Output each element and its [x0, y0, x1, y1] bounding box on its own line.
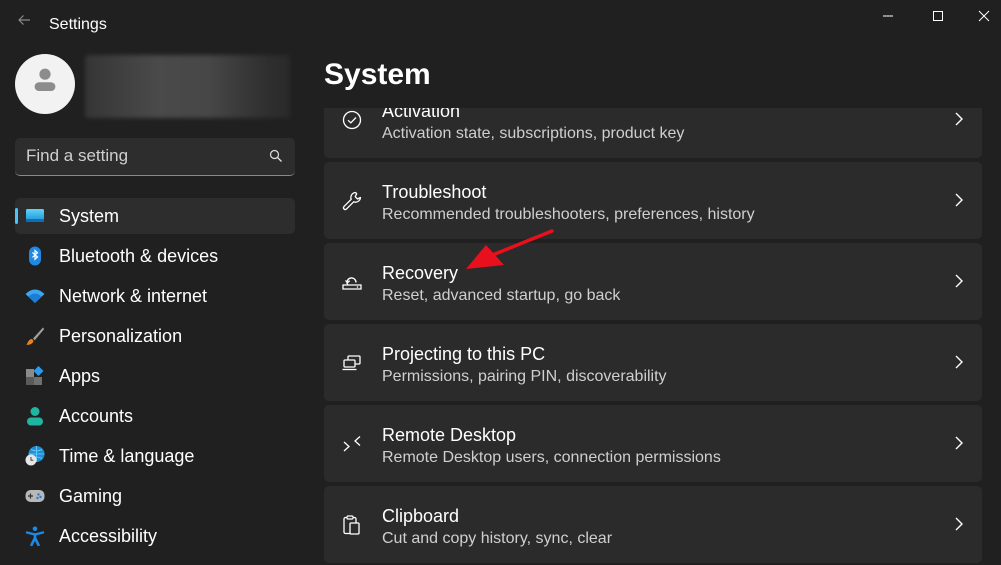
chevron-right-icon — [955, 355, 963, 369]
gamepad-icon — [25, 490, 45, 502]
search-input[interactable] — [15, 138, 255, 174]
sidebar-item-time-language[interactable]: Time & language — [15, 438, 295, 474]
sidebar-item-label: Bluetooth & devices — [59, 246, 219, 266]
remote-desktop-icon — [343, 436, 361, 452]
card-projecting[interactable]: Projecting to this PC Permissions, pairi… — [324, 324, 982, 401]
check-circle-icon — [342, 110, 362, 130]
maximize-icon — [933, 11, 943, 21]
avatar[interactable] — [15, 54, 75, 114]
selection-indicator — [15, 208, 18, 224]
title-bar: Settings — [0, 0, 1001, 48]
card-title: Recovery — [382, 263, 459, 283]
sidebar-item-network[interactable]: Network & internet — [15, 278, 295, 314]
bluetooth-icon — [29, 246, 41, 266]
close-button[interactable] — [961, 0, 1001, 32]
clipboard-icon — [343, 515, 360, 535]
search-icon[interactable] — [269, 149, 283, 163]
card-title: Clipboard — [382, 506, 460, 526]
wifi-icon — [25, 289, 45, 303]
sidebar-item-label: Gaming — [59, 486, 123, 506]
page-title: System — [324, 58, 431, 91]
card-title: Troubleshoot — [382, 182, 487, 202]
card-remote-desktop[interactable]: Remote Desktop Remote Desktop users, con… — [324, 405, 982, 482]
sidebar-item-label: Time & language — [59, 446, 195, 466]
system-icon — [26, 209, 44, 222]
sidebar-item-label: Network & internet — [59, 286, 208, 306]
card-troubleshoot[interactable]: Troubleshoot Recommended troubleshooters… — [324, 162, 982, 239]
sidebar-item-label: System — [59, 206, 120, 226]
card-description: Permissions, pairing PIN, discoverabilit… — [382, 368, 667, 385]
minimize-button[interactable] — [865, 0, 911, 32]
back-button[interactable] — [14, 12, 34, 32]
user-silhouette-icon — [34, 68, 56, 91]
chevron-right-icon — [955, 517, 963, 531]
sidebar-item-label: Apps — [59, 366, 101, 386]
sidebar-item-accessibility[interactable]: Accessibility — [15, 518, 295, 554]
minimize-icon — [883, 15, 893, 17]
projecting-icon — [342, 355, 361, 371]
card-description: Activation state, subscriptions, product… — [382, 125, 685, 142]
search-box[interactable] — [15, 138, 295, 176]
sidebar-item-gaming[interactable]: Gaming — [15, 478, 295, 514]
brush-icon — [26, 327, 45, 345]
settings-list: Activation Activation state, subscriptio… — [324, 108, 982, 565]
card-description: Recommended troubleshooters, preferences… — [382, 206, 755, 223]
wrench-icon — [342, 191, 362, 211]
sidebar-nav: System Bluetooth & devices Network & int… — [15, 198, 295, 558]
sidebar-item-accounts[interactable]: Accounts — [15, 398, 295, 434]
person-icon — [27, 407, 43, 426]
card-description: Reset, advanced startup, go back — [382, 287, 621, 304]
sidebar-item-label: Personalization — [59, 326, 183, 346]
sidebar-item-personalization[interactable]: Personalization — [15, 318, 295, 354]
arrow-left-icon — [18, 15, 30, 25]
chevron-right-icon — [955, 436, 963, 450]
chevron-right-icon — [955, 193, 963, 207]
maximize-button[interactable] — [915, 0, 961, 32]
sidebar-item-label: Accounts — [59, 406, 134, 426]
sidebar-item-apps[interactable]: Apps — [15, 358, 295, 394]
chevron-right-icon — [955, 274, 963, 288]
card-description: Remote Desktop users, connection permiss… — [382, 449, 721, 466]
card-title: Activation — [382, 108, 461, 121]
sidebar-item-label: Accessibility — [59, 526, 158, 546]
close-icon — [978, 10, 990, 22]
chevron-right-icon — [955, 112, 963, 126]
accessibility-icon — [25, 526, 45, 546]
recovery-icon — [342, 277, 362, 290]
card-activation[interactable]: Activation Activation state, subscriptio… — [324, 108, 982, 158]
sidebar-item-bluetooth[interactable]: Bluetooth & devices — [15, 238, 295, 274]
card-description: Cut and copy history, sync, clear — [382, 530, 613, 547]
globe-clock-icon — [25, 446, 45, 466]
card-title: Projecting to this PC — [382, 344, 546, 364]
apps-icon — [26, 366, 44, 385]
card-recovery[interactable]: Recovery Reset, advanced startup, go bac… — [324, 243, 982, 320]
card-clipboard[interactable]: Clipboard Cut and copy history, sync, cl… — [324, 486, 982, 563]
profile-name-redacted — [85, 55, 290, 118]
card-title: Remote Desktop — [382, 425, 517, 445]
app-title: Settings — [49, 16, 107, 33]
sidebar-item-system[interactable]: System — [15, 198, 295, 234]
